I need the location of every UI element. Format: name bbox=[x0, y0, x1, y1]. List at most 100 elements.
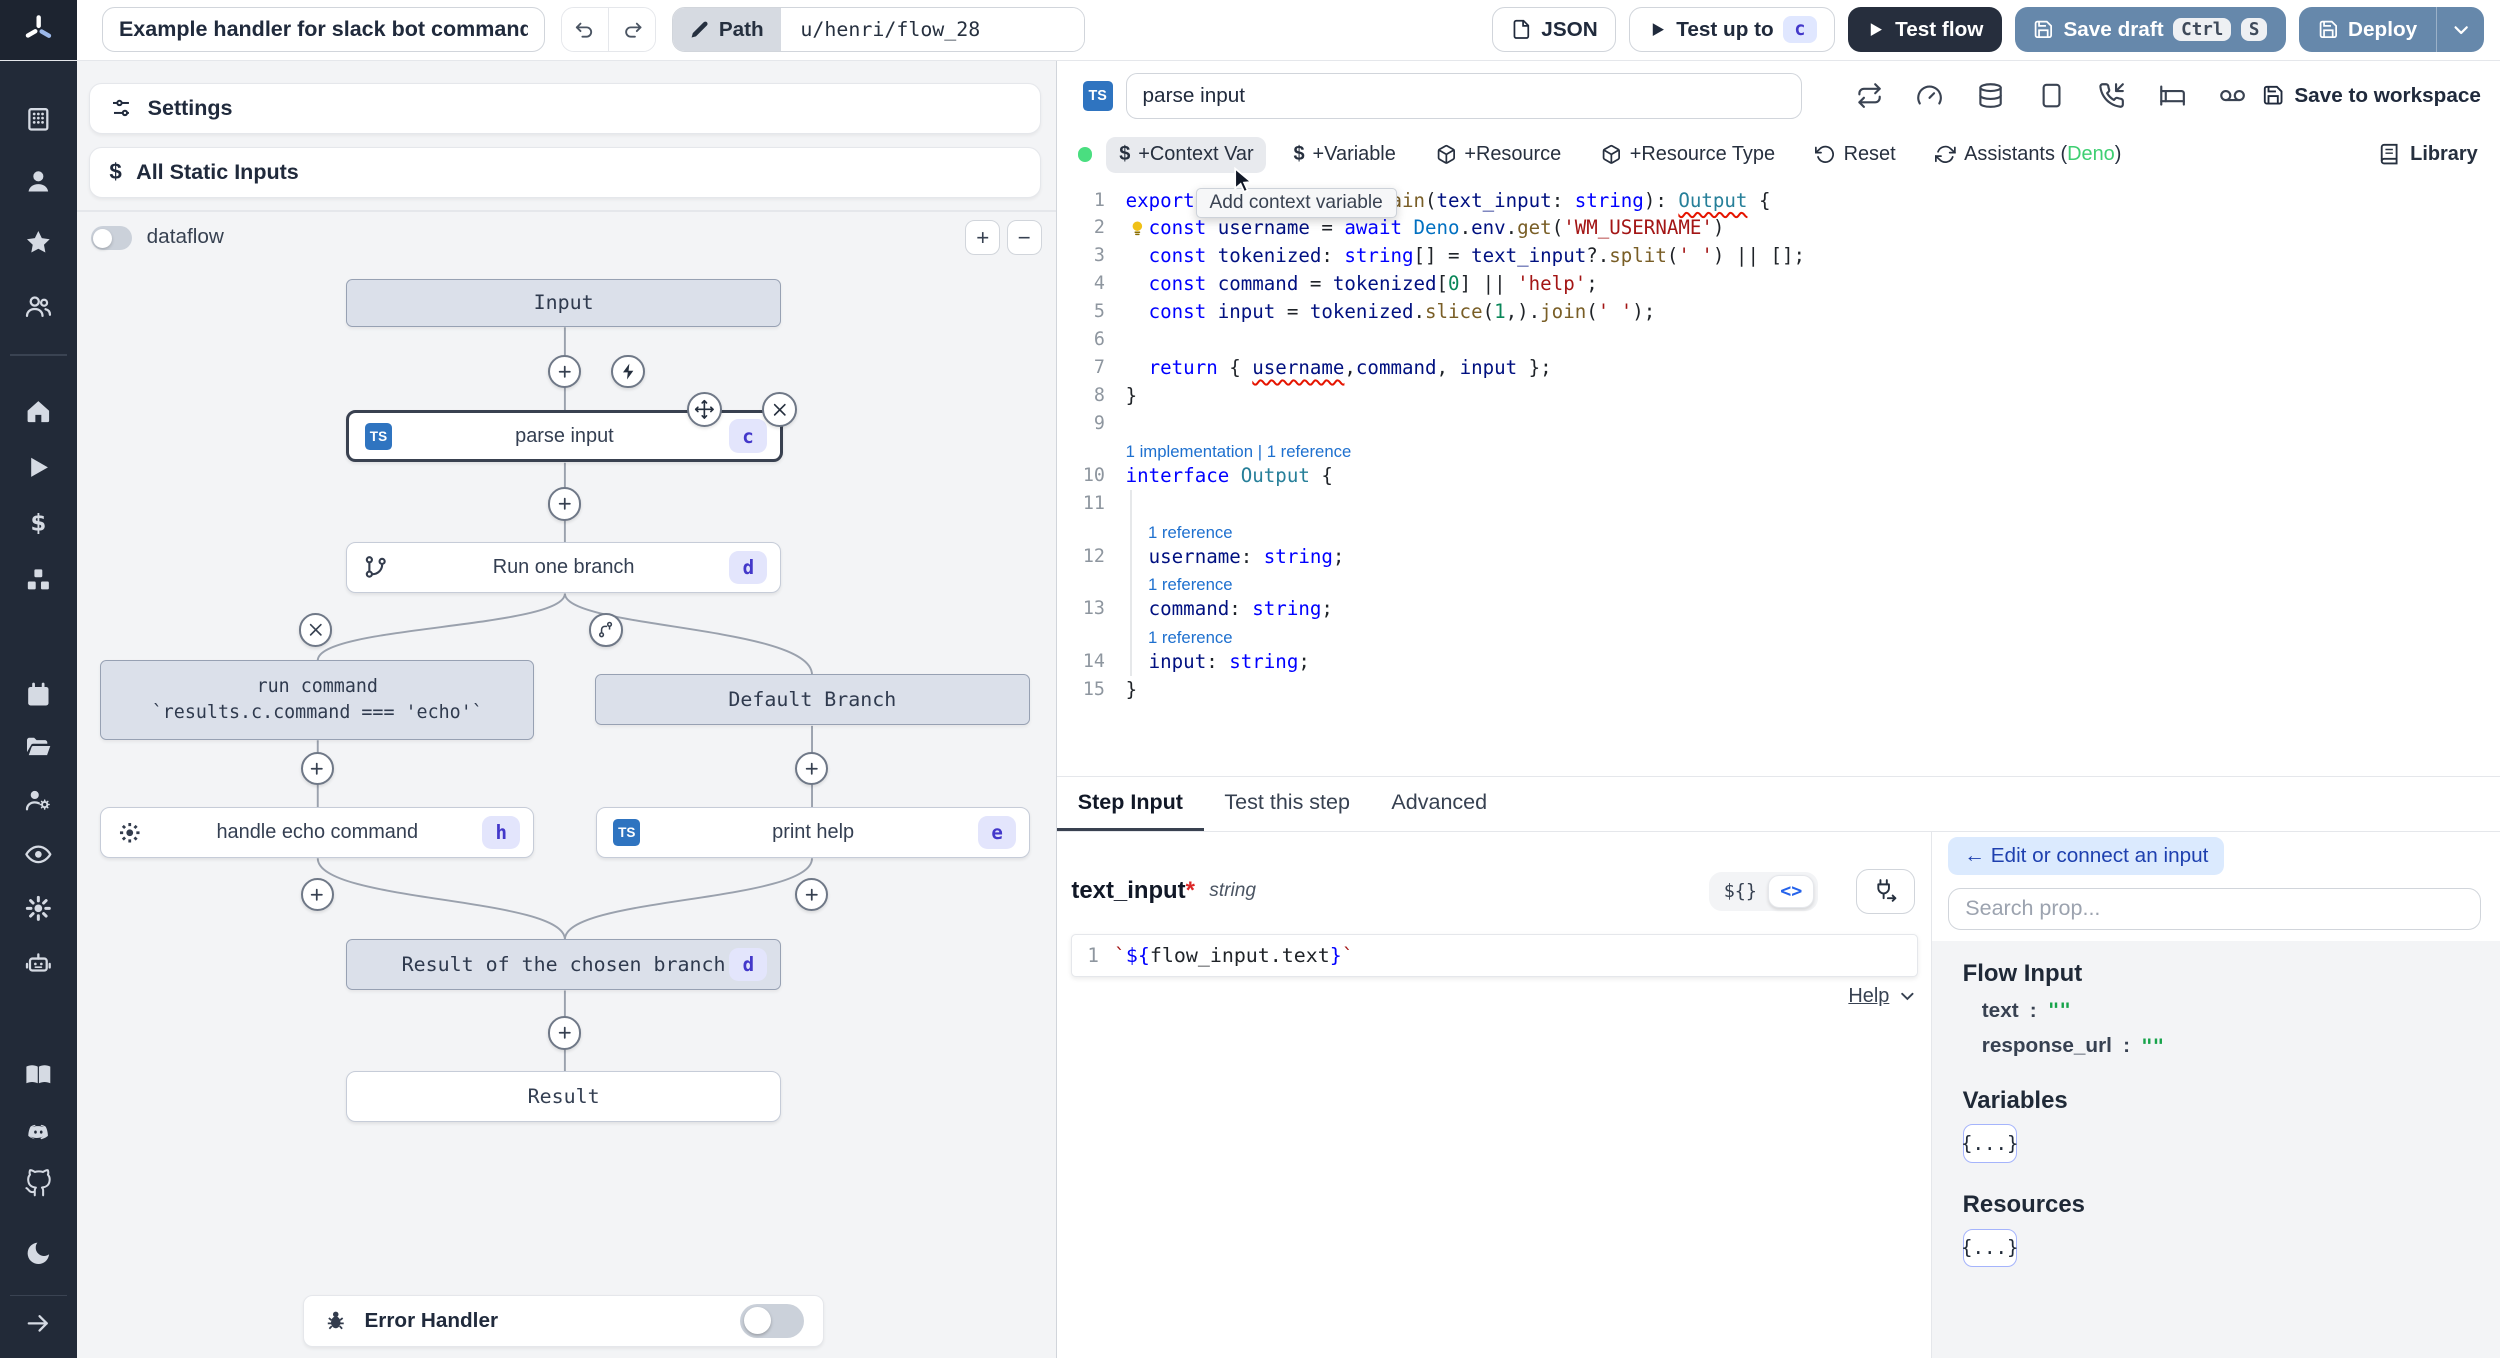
library-button[interactable]: Library bbox=[2378, 143, 2478, 166]
eye-icon[interactable] bbox=[0, 840, 77, 869]
branch-predicate: `results.c.command === 'echo'` bbox=[151, 701, 483, 723]
prop-row-response-url[interactable]: response_url : "" bbox=[1982, 1034, 2500, 1058]
error-handler-label: Error Handler bbox=[364, 1308, 499, 1332]
codelens-link[interactable]: 1 implementation | 1 reference bbox=[1057, 438, 2500, 463]
expression-editor[interactable]: 1 `${flow_input.text}` bbox=[1071, 934, 1919, 978]
phone-incoming-icon[interactable] bbox=[2098, 82, 2125, 109]
line-number: 1 bbox=[1087, 944, 1099, 968]
flow-title-input[interactable] bbox=[102, 7, 546, 53]
moon-icon[interactable] bbox=[0, 1239, 77, 1268]
database-icon[interactable] bbox=[1977, 82, 2004, 109]
flow-node-run-one-branch[interactable]: Run one branch d bbox=[345, 542, 782, 594]
add-step-button[interactable] bbox=[300, 751, 334, 786]
folder-open-icon[interactable] bbox=[0, 733, 77, 762]
add-step-button[interactable] bbox=[547, 354, 582, 389]
redo-button[interactable] bbox=[608, 8, 655, 52]
add-resource-type-button[interactable]: +Resource Type bbox=[1588, 137, 1787, 173]
discord-icon[interactable] bbox=[0, 1118, 77, 1147]
calendar-icon[interactable] bbox=[0, 681, 77, 710]
flow-node-print-help[interactable]: TS print help e bbox=[596, 806, 1030, 858]
robot-icon[interactable] bbox=[0, 949, 77, 978]
dollar-icon[interactable]: $ bbox=[0, 509, 77, 538]
code-mode-button[interactable]: <> bbox=[1768, 874, 1815, 908]
add-context-var-label: +Context Var bbox=[1138, 143, 1254, 166]
codelens-link[interactable]: 1 reference bbox=[1057, 518, 2500, 543]
path-label-segment[interactable]: Path bbox=[672, 8, 782, 52]
svg-text:$: $ bbox=[30, 510, 46, 536]
add-resource-button[interactable]: +Resource bbox=[1423, 137, 1574, 173]
flow-node-result[interactable]: Result bbox=[345, 1071, 782, 1123]
error-handler-toggle[interactable] bbox=[740, 1304, 805, 1338]
edit-or-connect-button[interactable]: ← Edit or connect an input bbox=[1948, 837, 2225, 876]
json-button[interactable]: JSON bbox=[1492, 7, 1617, 53]
delete-branch-button[interactable] bbox=[298, 613, 333, 647]
tab-test-this-step[interactable]: Test this step bbox=[1204, 777, 1371, 831]
building-icon[interactable] bbox=[0, 105, 77, 134]
deploy-button[interactable]: Deploy bbox=[2299, 7, 2437, 52]
path-value[interactable]: u/henri/flow_28 bbox=[781, 8, 1085, 52]
voicemail-icon[interactable] bbox=[2219, 82, 2246, 109]
test-flow-button[interactable]: Test flow bbox=[1847, 7, 2002, 53]
settings-icon[interactable] bbox=[0, 894, 77, 923]
user-icon[interactable] bbox=[0, 167, 77, 196]
users-cog-icon[interactable] bbox=[0, 786, 77, 815]
play-icon[interactable] bbox=[0, 453, 77, 482]
lightbulb-icon[interactable] bbox=[1127, 218, 1148, 239]
gauge-icon[interactable] bbox=[1916, 82, 1943, 109]
chevron-down-icon[interactable] bbox=[1897, 986, 1918, 1007]
code-line: 8} bbox=[1057, 382, 2500, 410]
save-draft-button[interactable]: Save draft Ctrl S bbox=[2014, 7, 2286, 53]
indent-guide bbox=[1130, 647, 1132, 676]
resources-object-chip[interactable]: {...} bbox=[1961, 1228, 2019, 1268]
prop-row-text[interactable]: text : "" bbox=[1982, 999, 2500, 1023]
save-to-workspace-button[interactable]: Save to workspace bbox=[2262, 84, 2481, 108]
tab-step-input[interactable]: Step Input bbox=[1057, 777, 1204, 832]
trigger-bolt-button[interactable] bbox=[611, 354, 645, 389]
flow-node-handle-echo-command[interactable]: handle echo command h bbox=[100, 806, 535, 858]
test-up-to-button[interactable]: Test up to c bbox=[1629, 7, 1836, 53]
star-icon[interactable] bbox=[0, 228, 77, 257]
undo-button[interactable] bbox=[562, 8, 609, 52]
add-step-button[interactable] bbox=[300, 877, 334, 912]
variables-object-chip[interactable]: {...} bbox=[1961, 1124, 2019, 1163]
bed-icon[interactable] bbox=[2159, 82, 2186, 109]
code-line: 12 username: string; bbox=[1057, 542, 2500, 571]
help-link[interactable]: Help bbox=[1848, 985, 1889, 1008]
add-step-button[interactable] bbox=[547, 1016, 582, 1050]
tab-advanced[interactable]: Advanced bbox=[1371, 777, 1508, 831]
reset-button[interactable]: Reset bbox=[1802, 137, 1908, 173]
users-icon[interactable] bbox=[0, 292, 77, 321]
add-variable-button[interactable]: $ +Variable bbox=[1281, 137, 1409, 173]
node-label: Result of the chosen branch bbox=[401, 953, 726, 977]
square-icon[interactable] bbox=[2038, 82, 2065, 109]
assistants-button[interactable]: Assistants (Deno) bbox=[1923, 137, 2134, 173]
flow-node-run-command-branch[interactable]: run command `results.c.command === 'echo… bbox=[100, 660, 535, 740]
connect-input-button[interactable] bbox=[1855, 868, 1915, 914]
flow-node-input[interactable]: Input bbox=[345, 279, 782, 327]
add-step-button[interactable] bbox=[547, 487, 582, 521]
home-icon[interactable] bbox=[0, 397, 77, 426]
search-prop-input[interactable] bbox=[1948, 888, 2481, 930]
path-chip[interactable]: Path u/henri/flow_28 bbox=[671, 7, 1086, 53]
deploy-dropdown-button[interactable] bbox=[2436, 7, 2484, 53]
repeat-icon[interactable] bbox=[1856, 82, 1883, 109]
codelens-link[interactable]: 1 reference bbox=[1057, 570, 2500, 596]
code-editor[interactable]: Add context variable 1export async funct… bbox=[1057, 167, 2500, 704]
variables-title: Variables bbox=[1962, 1086, 2068, 1114]
left-icon-rail: $ bbox=[0, 60, 77, 1359]
book-open-icon[interactable] bbox=[0, 1060, 77, 1089]
boxes-icon[interactable] bbox=[0, 566, 77, 595]
github-icon[interactable] bbox=[0, 1168, 77, 1198]
step-id-badge: e bbox=[977, 815, 1017, 849]
step-name-input[interactable] bbox=[1125, 72, 1802, 119]
plus-icon bbox=[311, 888, 324, 901]
rail-divider bbox=[9, 353, 67, 356]
flow-node-default-branch[interactable]: Default Branch bbox=[594, 674, 1030, 726]
arrow-right-icon[interactable] bbox=[0, 1309, 77, 1338]
template-mode-button[interactable]: ${} bbox=[1713, 876, 1768, 907]
add-branch-button[interactable] bbox=[589, 613, 623, 647]
flow-node-branch-result[interactable]: Result of the chosen branch d bbox=[345, 939, 782, 991]
codelens-link[interactable]: 1 reference bbox=[1057, 623, 2500, 648]
step-id-badge: d bbox=[729, 550, 768, 585]
windmill-logo[interactable] bbox=[0, 0, 77, 61]
